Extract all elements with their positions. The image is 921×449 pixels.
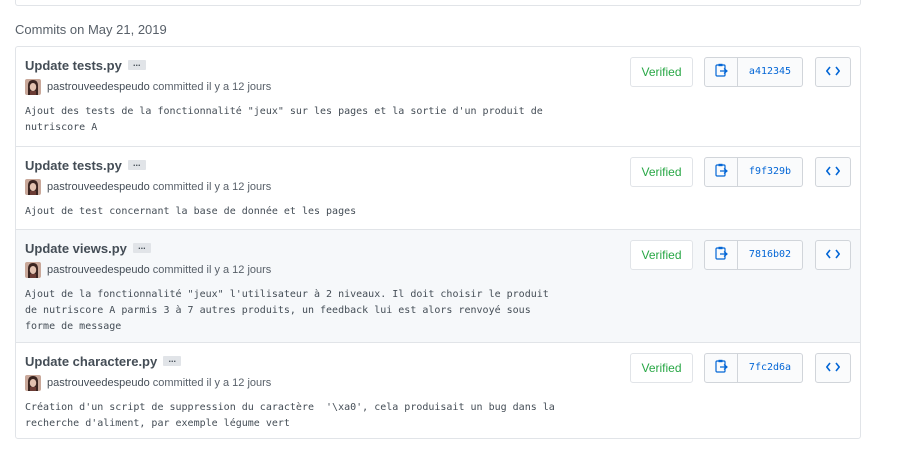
author-link[interactable]: pastrouveedespeudo: [47, 181, 150, 193]
author-link[interactable]: pastrouveedespeudo: [47, 81, 150, 93]
commit-group-title: Commits on May 21, 2019: [15, 22, 167, 37]
relative-time: il y a 12 jours: [206, 181, 272, 193]
author-link[interactable]: pastrouveedespeudo: [47, 264, 150, 276]
commit-sha-link[interactable]: 7fc2d6a: [738, 353, 803, 383]
copy-sha-button[interactable]: [704, 353, 738, 383]
commit-description: Ajout des tests de la fonctionnalité "je…: [25, 106, 543, 133]
commit-title-link[interactable]: Update tests.py: [25, 58, 122, 73]
verified-badge[interactable]: Verified: [630, 240, 693, 270]
commit-sha-link[interactable]: 7816b02: [738, 240, 803, 270]
clipboard-icon: [714, 359, 728, 378]
commit-title-link[interactable]: Update tests.py: [25, 158, 122, 173]
expand-description-button[interactable]: ...: [127, 159, 146, 170]
relative-time: il y a 12 jours: [206, 377, 272, 389]
browse-files-button[interactable]: [815, 57, 851, 87]
author-avatar[interactable]: [25, 79, 41, 95]
commit-title-link[interactable]: Update views.py: [25, 241, 127, 256]
code-icon: [825, 246, 841, 264]
committed-label: committed: [152, 264, 204, 276]
commit-title-link[interactable]: Update charactere.py: [25, 354, 157, 369]
clipboard-icon: [714, 63, 728, 82]
commit-item: Update charactere.py ... pastrouveedespe…: [16, 342, 860, 438]
copy-sha-button[interactable]: [704, 57, 738, 87]
commit-item: Update views.py ... pastrouveedespeudo c…: [16, 229, 860, 342]
browse-files-button[interactable]: [815, 353, 851, 383]
commit-description: Ajout de test concernant la base de donn…: [25, 206, 357, 217]
committed-label: committed: [152, 181, 204, 193]
verified-badge[interactable]: Verified: [630, 157, 693, 187]
browse-files-button[interactable]: [815, 240, 851, 270]
code-icon: [825, 63, 841, 81]
verified-badge[interactable]: Verified: [630, 353, 693, 383]
commit-description: Création d'un script de suppression du c…: [25, 402, 555, 429]
commit-sha-link[interactable]: f9f329b: [738, 157, 803, 187]
committed-label: committed: [152, 81, 204, 93]
copy-sha-button[interactable]: [704, 240, 738, 270]
previous-commit-group-box: [15, 0, 861, 6]
expand-description-button[interactable]: ...: [163, 355, 182, 366]
author-avatar[interactable]: [25, 375, 41, 391]
relative-time: il y a 12 jours: [206, 264, 272, 276]
verified-badge[interactable]: Verified: [630, 57, 693, 87]
author-avatar[interactable]: [25, 179, 41, 195]
commit-list: Update tests.py ... pastrouveedespeudo c…: [15, 46, 861, 439]
copy-sha-button[interactable]: [704, 157, 738, 187]
clipboard-icon: [714, 163, 728, 182]
expand-description-button[interactable]: ...: [132, 242, 151, 253]
author-link[interactable]: pastrouveedespeudo: [47, 377, 150, 389]
browse-files-button[interactable]: [815, 157, 851, 187]
commit-sha-link[interactable]: a412345: [738, 57, 803, 87]
commit-description: Ajout de la fonctionnalité "jeux" l'util…: [25, 289, 549, 332]
relative-time: il y a 12 jours: [206, 81, 272, 93]
expand-description-button[interactable]: ...: [127, 59, 146, 70]
code-icon: [825, 359, 841, 377]
author-avatar[interactable]: [25, 262, 41, 278]
committed-label: committed: [152, 377, 204, 389]
clipboard-icon: [714, 246, 728, 265]
commit-item: Update tests.py ... pastrouveedespeudo c…: [16, 47, 860, 146]
commit-item: Update tests.py ... pastrouveedespeudo c…: [16, 146, 860, 229]
code-icon: [825, 163, 841, 181]
